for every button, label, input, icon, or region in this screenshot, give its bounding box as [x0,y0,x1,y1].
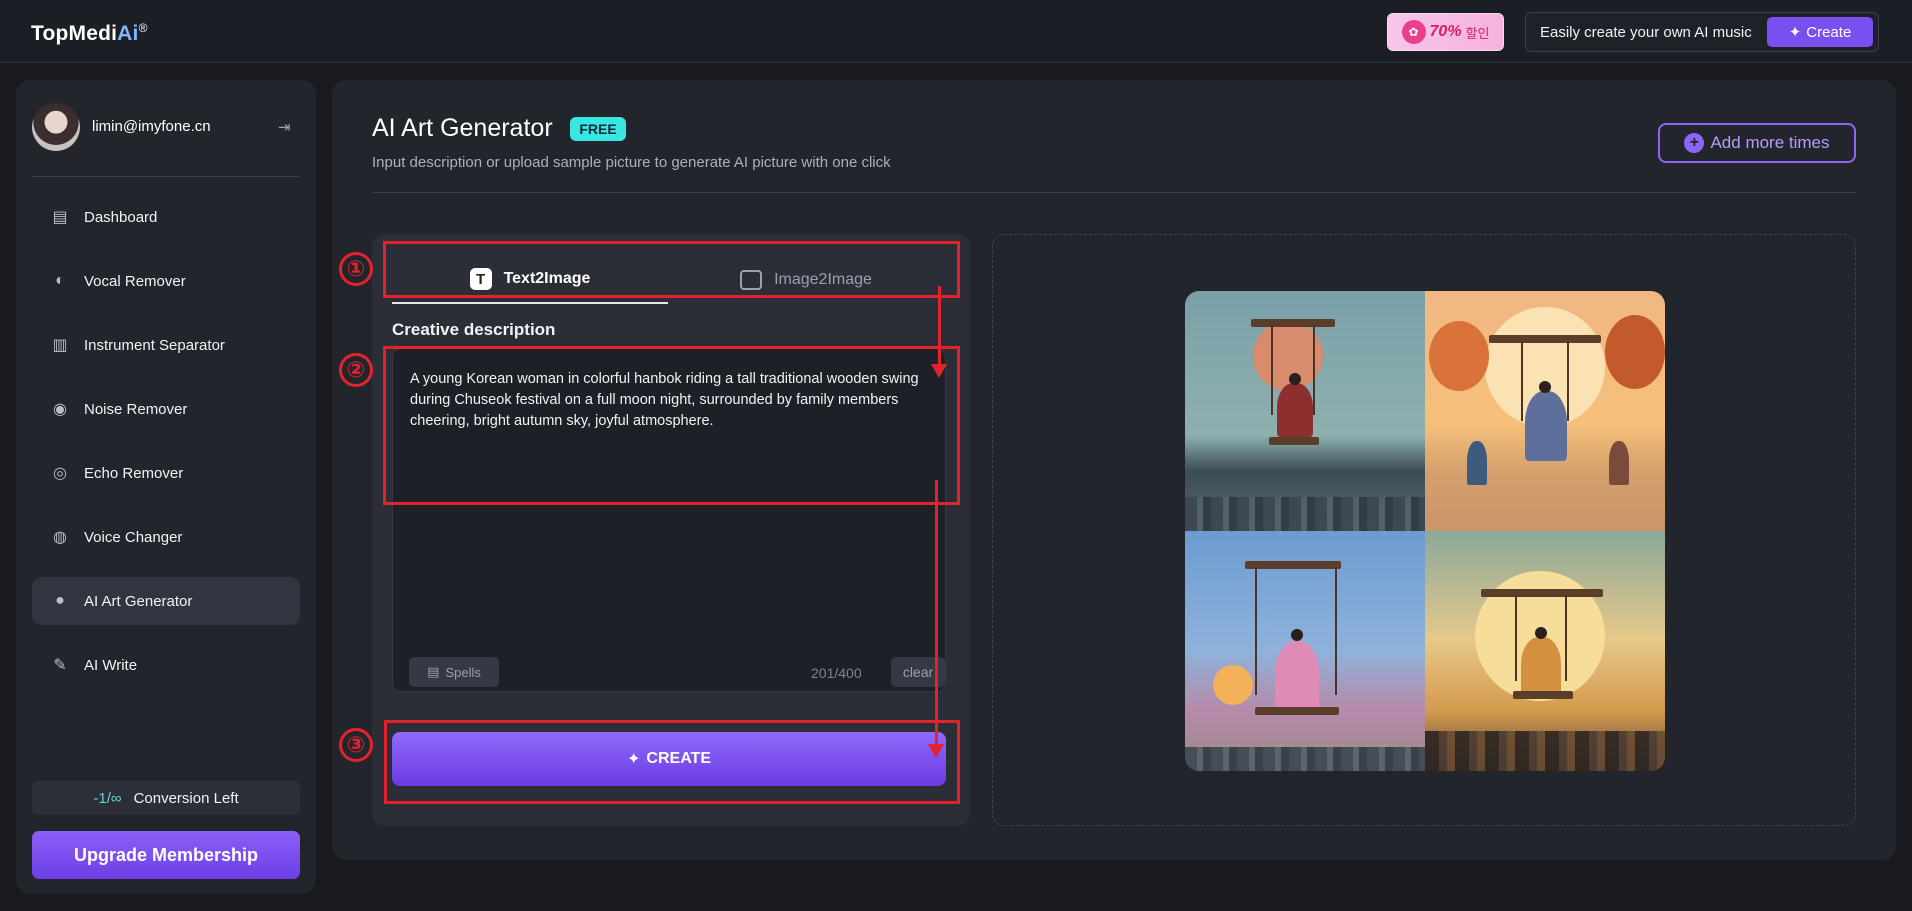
header-divider [372,192,1856,193]
annotation-arrow-line-2 [935,480,938,746]
sidebar-item-instrument-separator[interactable]: ▥ Instrument Separator [32,321,300,369]
ai-music-text: Easily create your own AI music [1540,24,1752,41]
promo-discount-label: 할인 [1465,25,1490,41]
sidebar-item-dashboard[interactable]: ▤ Dashboard [32,193,300,241]
sidebar-item-noise-remover[interactable]: ◉ Noise Remover [32,385,300,433]
briefcase-icon: ▤ [52,209,68,226]
generated-image-4[interactable] [1425,531,1665,771]
promo-percent: 70% [1429,23,1462,40]
conversion-counter: -1/∞ Conversion Left [32,781,300,815]
palette-icon: ● [55,592,65,609]
annotation-arrow-head-2 [928,744,944,758]
page-subtitle: Input description or upload sample pictu… [372,154,891,171]
sidebar-divider [32,176,300,177]
annotation-box-1 [383,241,960,298]
upgrade-membership-button[interactable]: Upgrade Membership [32,831,300,879]
echo-icon: ◎ [53,465,67,482]
character-counter: 201/400 [811,665,862,681]
topmediai-logo[interactable]: TopMediAi® [31,21,148,46]
music-create-button[interactable]: ✦ Create [1767,17,1873,47]
voice-changer-icon: ◍ [53,529,67,546]
gift-icon: ✿ [1401,20,1426,44]
annotation-arrow-head-1 [931,364,947,378]
annotation-number-3: ③ [339,728,373,762]
spells-button[interactable]: ▤ Spells [409,657,499,687]
annotation-box-3 [384,720,960,804]
discount-promo-badge[interactable]: ✿ 70% 할인 [1387,13,1504,51]
piano-keys-icon: ▥ [52,337,68,354]
annotation-number-1: ① [339,252,373,286]
generated-image-3[interactable] [1185,531,1425,771]
user-email: limin@imyfone.cn [92,118,211,135]
generated-image-grid[interactable] [1185,291,1665,771]
free-badge: FREE [570,117,626,141]
book-icon: ▤ [427,664,440,679]
generated-image-1[interactable] [1185,291,1425,531]
sidebar-item-echo-remover[interactable]: ◎ Echo Remover [32,449,300,497]
sidebar-item-ai-art-generator[interactable]: ● AI Art Generator [32,577,300,625]
annotation-box-2 [383,346,960,505]
sidebar-item-ai-write[interactable]: ✎ AI Write [32,641,300,689]
annotation-arrow-line-1 [938,286,941,366]
result-panel [992,234,1856,826]
sidebar-item-voice-changer[interactable]: ◍ Voice Changer [32,513,300,561]
avatar[interactable] [32,103,80,151]
creative-description-label: Creative description [392,320,556,339]
annotation-number-2: ② [339,353,373,387]
noise-icon: ◉ [53,401,67,418]
write-icon: ✎ [53,657,67,674]
logout-icon[interactable]: ⇥ [278,120,294,136]
sparkle-icon: ✦ [1788,24,1802,41]
sidebar-item-vocal-remover[interactable]: ◐ Vocal Remover [32,257,300,305]
page-title: AI Art Generator [372,114,553,142]
head-voice-icon: ◐ [55,272,65,289]
plus-circle-icon: + [1684,133,1705,153]
conversion-count: -1/∞ [93,789,122,807]
conversion-label: Conversion Left [133,789,239,807]
add-more-times-button[interactable]: + Add more times [1658,123,1856,163]
sidebar: limin@imyfone.cn ⇥ ▤ Dashboard ◐ Vocal R… [16,80,316,894]
generated-image-2[interactable] [1425,291,1665,531]
ai-music-banner: Easily create your own AI music ✦ Create [1525,12,1879,52]
top-bar: TopMediAi® ✿ 70% 할인 Easily create your o… [0,0,1912,63]
